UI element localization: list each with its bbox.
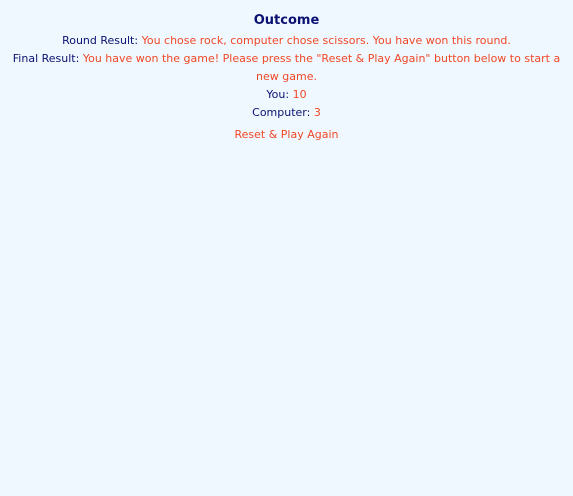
player-score: You: 10 [0,86,573,104]
player-score-value: 10 [292,88,307,101]
round-result-text: You chose rock, computer chose scissors.… [141,34,511,47]
reset-play-again-button[interactable]: Reset & Play Again [234,127,338,143]
outcome-section: Outcome Round Result: You chose rock, co… [0,0,573,143]
round-result: Round Result: You chose rock, computer c… [0,32,573,50]
final-result-label: Final Result: [12,52,80,65]
computer-score-value: 3 [313,106,321,119]
computer-score: Computer: 3 [0,104,573,122]
outcome-title: Outcome [253,13,320,28]
player-score-label: You: [266,88,290,101]
round-result-label: Round Result: [62,34,139,47]
final-result: Final Result: You have won the game! Ple… [0,50,573,86]
final-result-text: You have won the game! Please press the … [82,52,561,83]
computer-score-label: Computer: [252,106,311,119]
